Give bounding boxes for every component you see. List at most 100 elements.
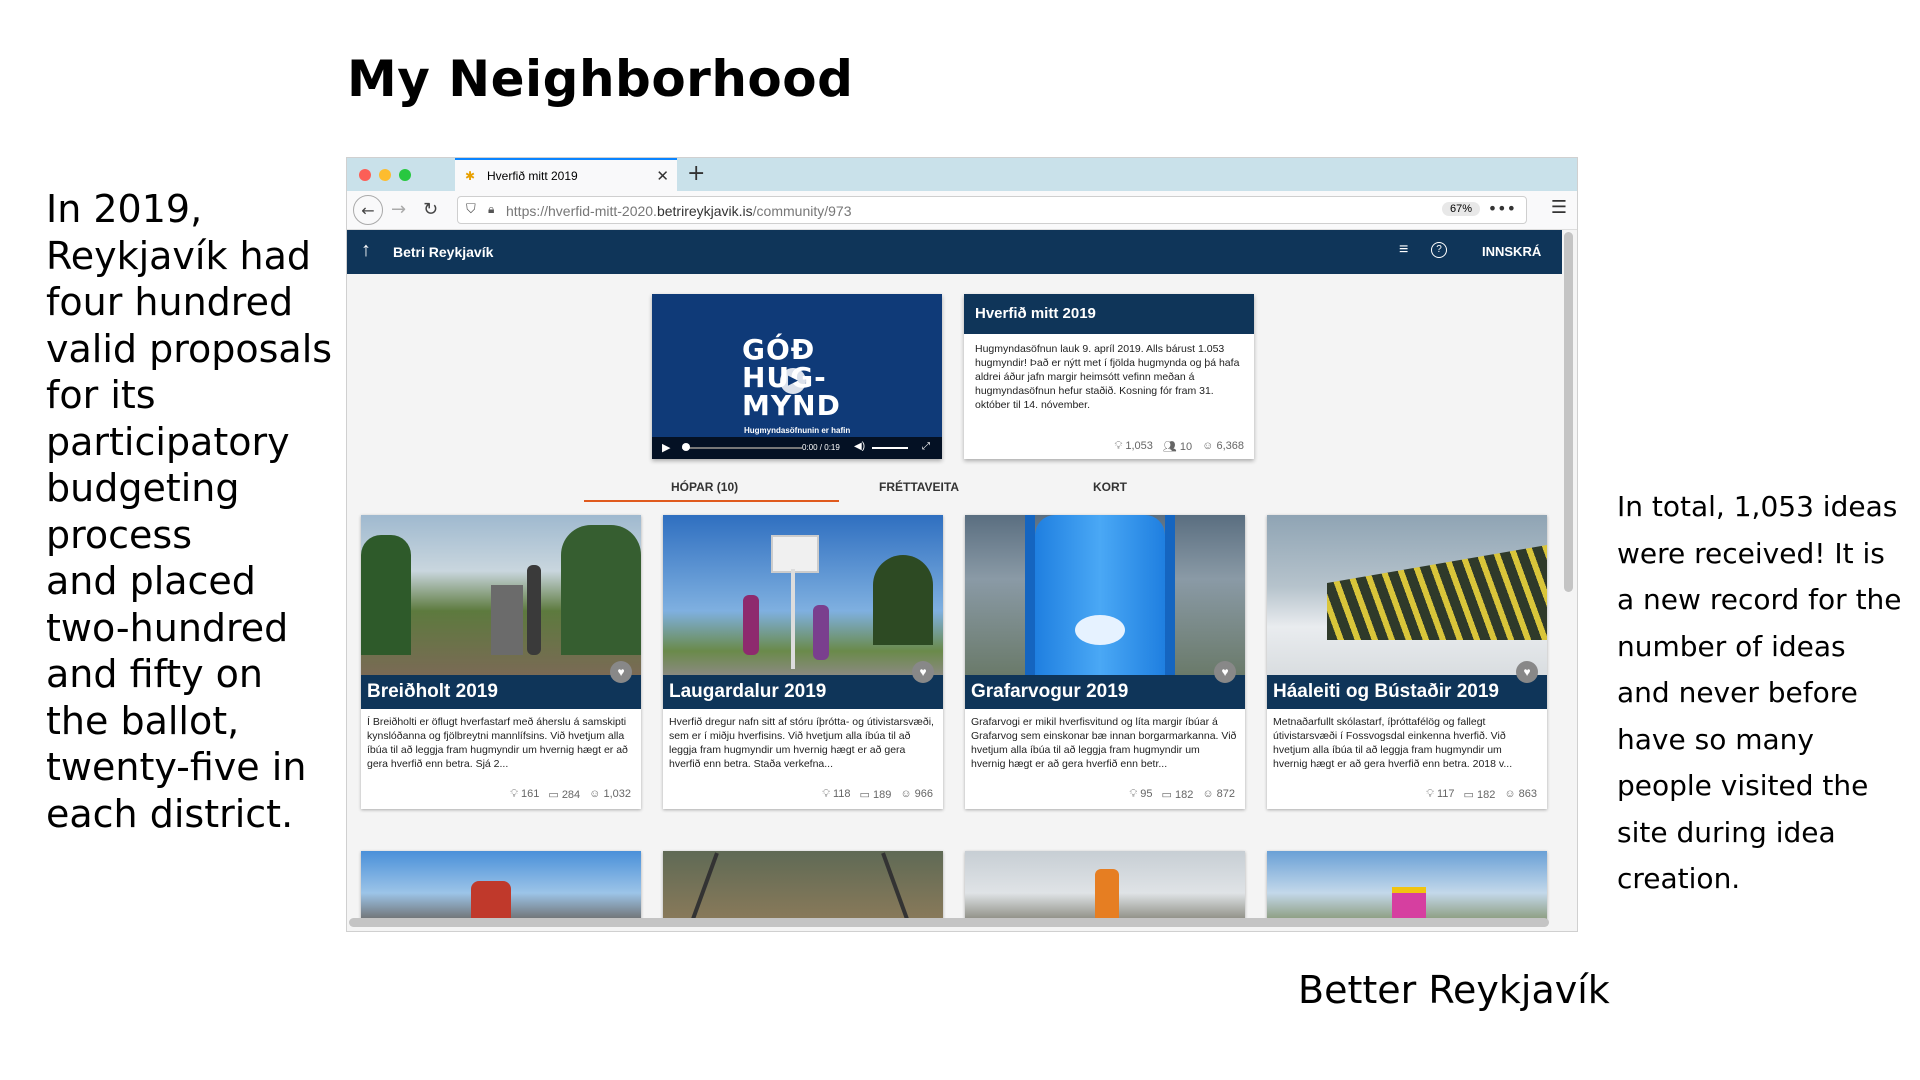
menu-icon[interactable]: ≡ xyxy=(1399,241,1408,259)
heart-icon[interactable]: ♥ xyxy=(912,661,934,683)
card-title[interactable]: Grafarvogur 2019 xyxy=(965,675,1245,709)
lightbulb-icon: 💡︎ xyxy=(1114,440,1123,452)
card-image xyxy=(361,515,641,675)
comment-icon: ▭ xyxy=(859,789,870,801)
group-card-partial[interactable] xyxy=(965,851,1245,921)
comments-count: ▭ 182 xyxy=(1463,789,1496,801)
people-icon: 👥︎ xyxy=(1162,441,1177,453)
users-count: ☺ 863 xyxy=(1504,788,1537,800)
address-bar[interactable]: ⛉ 🔒︎ https://hverfid-mitt-2020.betrireyk… xyxy=(457,196,1527,224)
user-icon: ☺ xyxy=(1504,788,1516,800)
card-stats: 💡︎ 117 ▭ 182 ☺ 863 xyxy=(1426,788,1537,801)
browser-window: ✱ Hverfið mitt 2019 ✕ + ← → ↻ ⛉ 🔒︎ https… xyxy=(347,158,1577,931)
tab-groups[interactable]: HÓPAR (10) xyxy=(671,480,738,494)
heart-icon[interactable]: ♥ xyxy=(1214,661,1236,683)
community-description: Hugmyndasöfnun lauk 9. apríl 2019. Alls … xyxy=(975,343,1240,411)
maximize-window-button[interactable] xyxy=(399,169,411,181)
lightbulb-icon: 💡︎ xyxy=(1129,788,1138,800)
community-stats: 💡︎ 1,053 👥︎ 10 ☺ 6,368 xyxy=(1115,440,1244,453)
group-card-partial[interactable] xyxy=(1267,851,1547,921)
user-icon: ☺ xyxy=(900,788,912,800)
play-button[interactable]: ▶ xyxy=(662,441,670,454)
video-progress-bar[interactable] xyxy=(682,447,802,449)
card-description: Grafarvogi er mikil hverfisvitund og lít… xyxy=(971,716,1237,770)
users-count: ☺ 1,032 xyxy=(589,788,631,800)
group-card-haaleiti-bustadir[interactable]: Háaleiti og Bústaðir 2019 ♥ Metnaðarfull… xyxy=(1267,515,1547,809)
play-icon[interactable]: ▶ xyxy=(780,368,806,394)
card-stats: 💡︎ 95 ▭ 182 ☺ 872 xyxy=(1130,788,1236,801)
vertical-scrollbar[interactable] xyxy=(1564,232,1573,592)
group-card-grafarvogur[interactable]: Grafarvogur 2019 ♥ Grafarvogi er mikil h… xyxy=(965,515,1245,809)
community-title: Hverfið mitt 2019 xyxy=(964,294,1254,334)
users-count: ☺ 966 xyxy=(900,788,933,800)
ideas-count: 💡︎ 118 xyxy=(822,788,851,800)
card-title[interactable]: Laugardalur 2019 xyxy=(663,675,943,709)
video-time: 0:00 / 0:19 xyxy=(802,443,840,452)
comment-icon: ▭ xyxy=(1161,789,1172,801)
volume-icon[interactable]: ◀) xyxy=(854,441,865,452)
tab-title: Hverfið mitt 2019 xyxy=(487,168,578,183)
fullscreen-icon[interactable]: ⤢ xyxy=(922,441,930,452)
user-icon: ☺ xyxy=(1202,440,1214,452)
back-arrow-icon[interactable]: ← xyxy=(353,195,383,225)
comments-count: ▭ 182 xyxy=(1161,789,1194,801)
card-stats: 💡︎ 161 ▭ 284 ☺ 1,032 xyxy=(510,788,631,801)
users-count: ☺ 872 xyxy=(1202,788,1235,800)
left-description: In 2019, Reykjavík had four hundred vali… xyxy=(46,187,333,836)
login-button[interactable]: INNSKRÁ xyxy=(1482,244,1541,259)
browser-tab-active[interactable]: ✱ Hverfið mitt 2019 ✕ xyxy=(455,158,677,191)
browser-navigation-bar: ← → ↻ ⛉ 🔒︎ https://hverfid-mitt-2020.bet… xyxy=(347,191,1577,230)
card-description: Metnaðarfullt skólastarf, íþróttafélög o… xyxy=(1273,716,1513,770)
shield-icon[interactable]: ⛉ xyxy=(466,202,476,217)
card-title[interactable]: Háaleiti og Bústaðir 2019 xyxy=(1267,675,1547,709)
up-arrow-icon[interactable]: ↑ xyxy=(361,239,371,262)
groups-stat: 👥︎ 10 xyxy=(1162,441,1193,453)
volume-slider[interactable] xyxy=(872,447,908,449)
heart-icon[interactable]: ♥ xyxy=(1516,661,1538,683)
group-card-partial[interactable] xyxy=(663,851,943,921)
help-icon[interactable]: ? xyxy=(1431,242,1447,258)
slide-title: My Neighborhood xyxy=(347,50,854,108)
minimize-window-button[interactable] xyxy=(379,169,391,181)
video-controls: ▶ 0:00 / 0:19 ◀) ⤢ xyxy=(652,437,942,459)
site-favicon-icon: ✱ xyxy=(465,168,476,183)
comment-icon: ▭ xyxy=(1463,789,1474,801)
ideas-stat: 💡︎ 1,053 xyxy=(1114,440,1153,452)
group-card-breidholt[interactable]: Breiðholt 2019 ♥ Í Breiðholti er öflugt … xyxy=(361,515,641,809)
comments-count: ▭ 189 xyxy=(859,789,892,801)
group-card-laugardalur[interactable]: Laugardalur 2019 ♥ Hverfið dregur nafn s… xyxy=(663,515,943,809)
url-text[interactable]: https://hverfid-mitt-2020.betrireykjavik… xyxy=(506,203,851,219)
browser-tab-bar: ✱ Hverfið mitt 2019 ✕ + xyxy=(347,158,1577,191)
users-stat: ☺ 6,368 xyxy=(1202,440,1244,452)
brand-link[interactable]: Betri Reykjavík xyxy=(393,244,493,260)
progress-handle[interactable] xyxy=(682,443,690,451)
video-player[interactable]: GÓÐ HUG- MYND Hugmyndasöfnunin er hafin … xyxy=(652,294,942,459)
close-window-button[interactable] xyxy=(359,169,371,181)
community-info-card: Hverfið mitt 2019 Hugmyndasöfnun lauk 9.… xyxy=(964,294,1254,459)
forward-arrow-icon[interactable]: → xyxy=(391,199,406,220)
lightbulb-icon: 💡︎ xyxy=(822,788,830,800)
screenshot-caption: Better Reykjavík xyxy=(1298,968,1610,1012)
card-image xyxy=(1267,515,1547,675)
reload-icon[interactable]: ↻ xyxy=(423,199,438,220)
lightbulb-icon: 💡︎ xyxy=(510,788,518,800)
page-actions-menu[interactable]: ••• xyxy=(1488,199,1516,218)
tab-map[interactable]: KORT xyxy=(1093,480,1127,494)
active-tab-indicator xyxy=(584,500,839,502)
ideas-count: 💡︎ 117 xyxy=(1426,788,1455,800)
lightbulb-icon: 💡︎ xyxy=(1426,788,1434,800)
zoom-level-badge[interactable]: 67% xyxy=(1441,202,1480,216)
user-icon: ☺ xyxy=(589,788,601,800)
tab-newsfeed[interactable]: FRÉTTAVEITA xyxy=(879,480,959,494)
comment-icon: ▭ xyxy=(548,789,559,801)
user-icon: ☺ xyxy=(1202,788,1214,800)
ideas-count: 💡︎ 95 xyxy=(1129,788,1153,800)
horizontal-scrollbar[interactable] xyxy=(349,918,1549,927)
group-card-partial[interactable] xyxy=(361,851,641,921)
card-title[interactable]: Breiðholt 2019 xyxy=(361,675,641,709)
new-tab-button[interactable]: + xyxy=(687,161,705,186)
community-tabs: HÓPAR (10) FRÉTTAVEITA KORT xyxy=(347,470,1562,502)
heart-icon[interactable]: ♥ xyxy=(610,661,632,683)
browser-menu-icon[interactable]: ☰ xyxy=(1551,197,1567,218)
close-tab-icon[interactable]: ✕ xyxy=(656,167,669,185)
